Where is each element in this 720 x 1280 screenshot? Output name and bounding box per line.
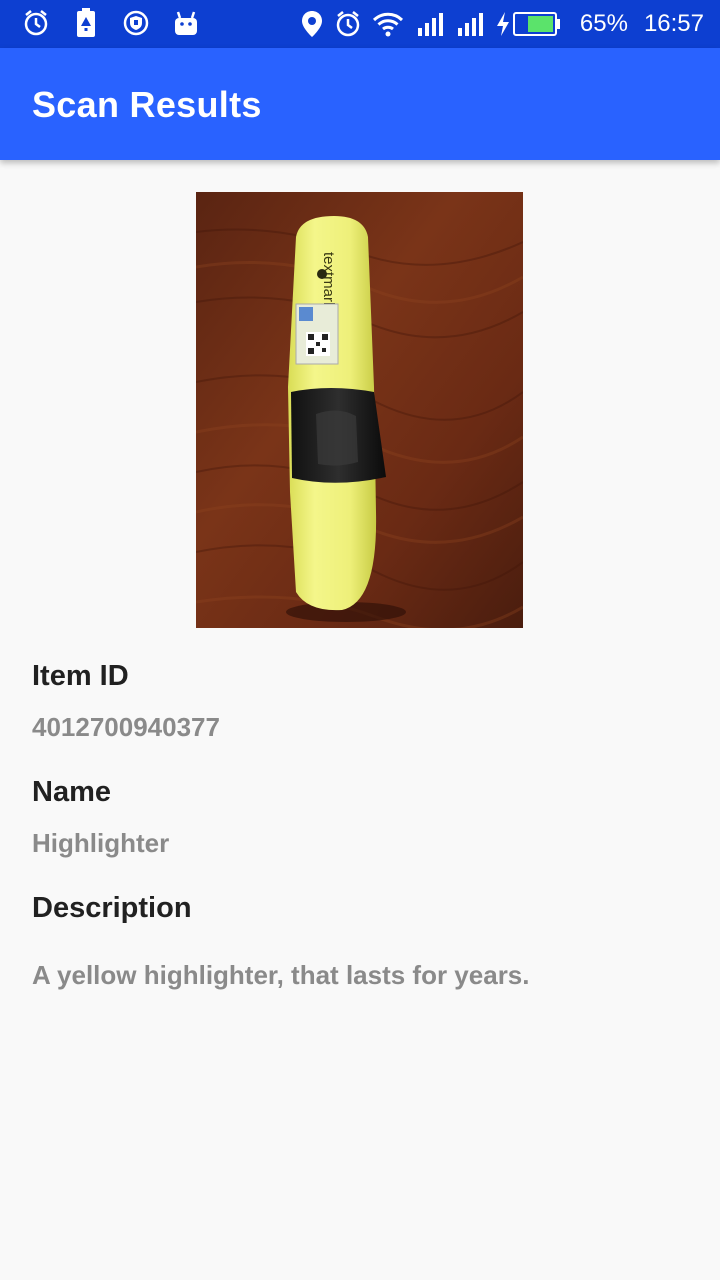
clock: 16:57: [643, 10, 704, 37]
name-label: Name: [32, 776, 111, 808]
battery-saver-icon: [72, 8, 100, 38]
item-id-value: 4012700940377: [32, 712, 220, 742]
app-bar: Scan Results: [0, 48, 720, 160]
description-value: A yellow highlighter, that lasts for yea…: [32, 960, 530, 990]
page-title: Scan Results: [32, 84, 262, 125]
description-label: Description: [32, 892, 192, 924]
name-value: Highlighter: [32, 828, 170, 858]
signal-icon: [416, 9, 444, 39]
status-bar-notifications: [22, 8, 200, 38]
battery-icon: [512, 9, 562, 39]
signal-icon: [456, 9, 484, 39]
alarm-icon: [334, 9, 362, 39]
shield-icon: [122, 8, 150, 38]
status-bar: 65% 16:57: [0, 0, 720, 48]
android-icon: [172, 8, 200, 38]
alarm-icon: [22, 8, 50, 38]
wifi-icon: [372, 9, 404, 39]
status-bar-system: 65% 16:57: [298, 0, 704, 48]
location-icon: [298, 9, 326, 39]
battery-percent: 65%: [579, 10, 628, 37]
highlighter-photo: textmarker 490: [196, 192, 523, 628]
charging-icon: [494, 9, 512, 39]
item-id-label: Item ID: [32, 660, 129, 692]
